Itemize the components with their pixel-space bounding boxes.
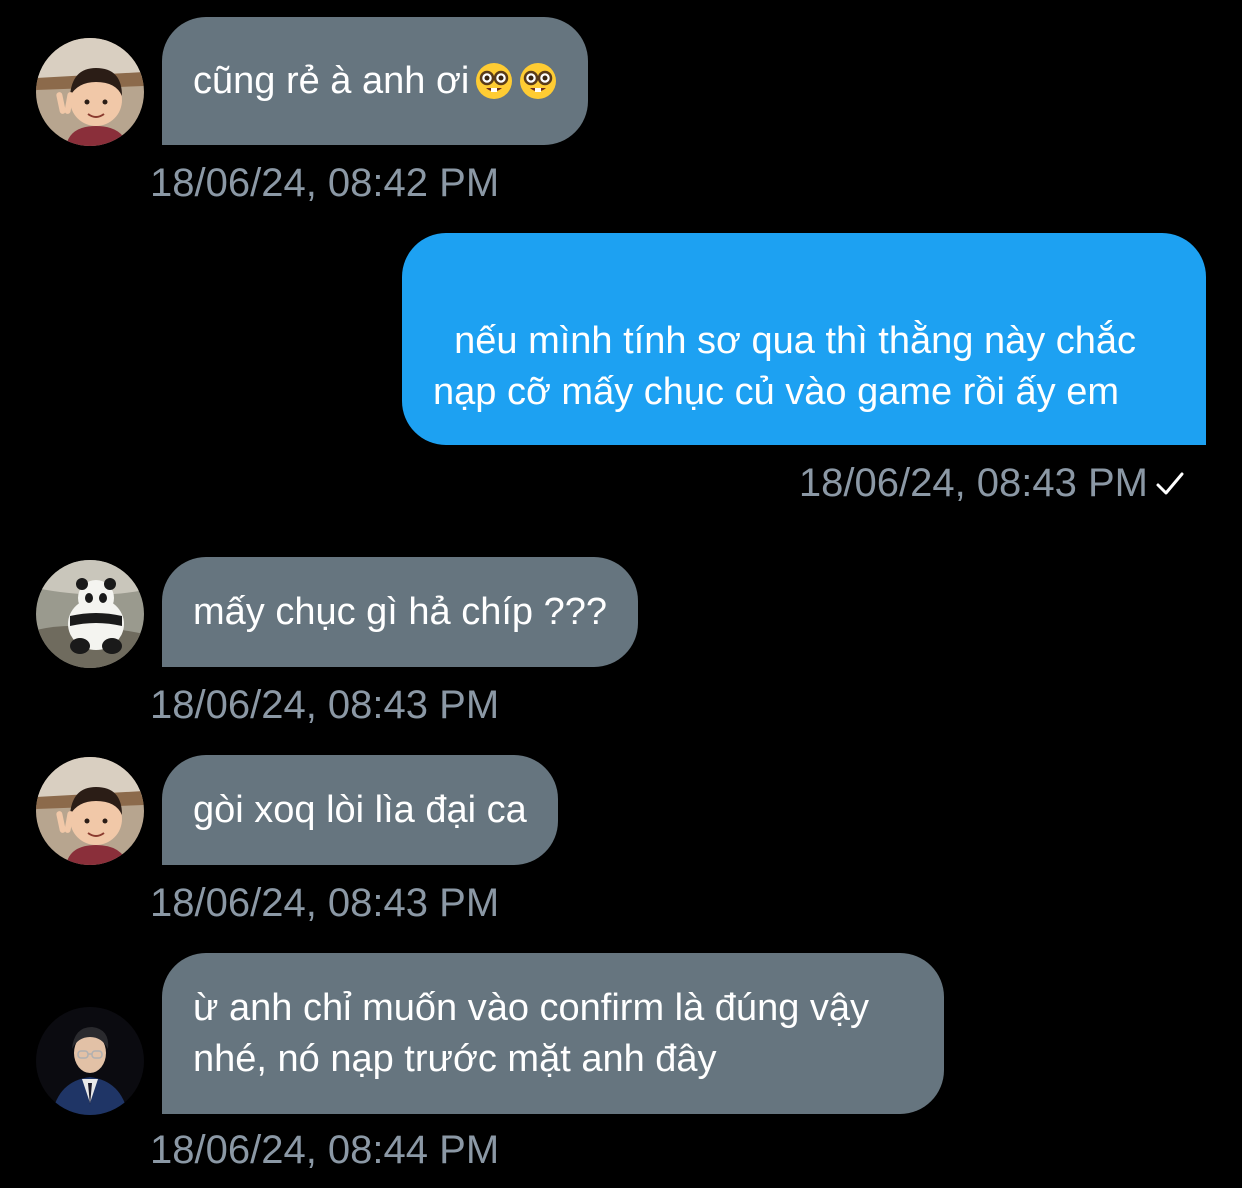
- boy-peace-sign-avatar[interactable]: [36, 757, 144, 865]
- message-text: mấy chục gì hả chíp ???: [193, 590, 608, 633]
- boy-peace-sign-avatar[interactable]: [36, 38, 144, 146]
- message-timestamp: 18/06/24, 08:42 PM: [150, 161, 500, 205]
- man-in-suit-avatar[interactable]: [36, 1007, 144, 1115]
- message-timestamp: 18/06/24, 08:43 PM: [150, 683, 500, 727]
- message-timestamp: 18/06/24, 08:43 PM: [798, 461, 1148, 505]
- message-bubble-incoming[interactable]: gòi xoq lòi lìa đại ca: [162, 755, 558, 865]
- message-timestamp: 18/06/24, 08:43 PM: [150, 881, 500, 925]
- message-text: nếu mình tính sơ qua thì thằng này chắc …: [433, 320, 1147, 413]
- message-bubble-outgoing[interactable]: nếu mình tính sơ qua thì thằng này chắc …: [402, 233, 1206, 445]
- panda-avatar[interactable]: [36, 560, 144, 668]
- message-bubble-incoming[interactable]: ừ anh chỉ muốn vào confirm là đúng vậy n…: [162, 953, 944, 1114]
- message-bubble-incoming[interactable]: cũng rẻ à anh ơi: [162, 17, 589, 145]
- sent-check-icon: [1154, 468, 1186, 500]
- message-text: cũng rẻ à anh ơi: [193, 59, 470, 102]
- message-bubble-incoming[interactable]: mấy chục gì hả chíp ???: [162, 557, 639, 667]
- nerd-face-emoji: [475, 62, 513, 100]
- message-text: gòi xoq lòi lìa đại ca: [193, 788, 527, 831]
- nerd-face-emoji: [519, 62, 557, 100]
- message-timestamp: 18/06/24, 08:44 PM: [150, 1128, 500, 1172]
- message-text: ừ anh chỉ muốn vào confirm là đúng vậy n…: [193, 986, 880, 1080]
